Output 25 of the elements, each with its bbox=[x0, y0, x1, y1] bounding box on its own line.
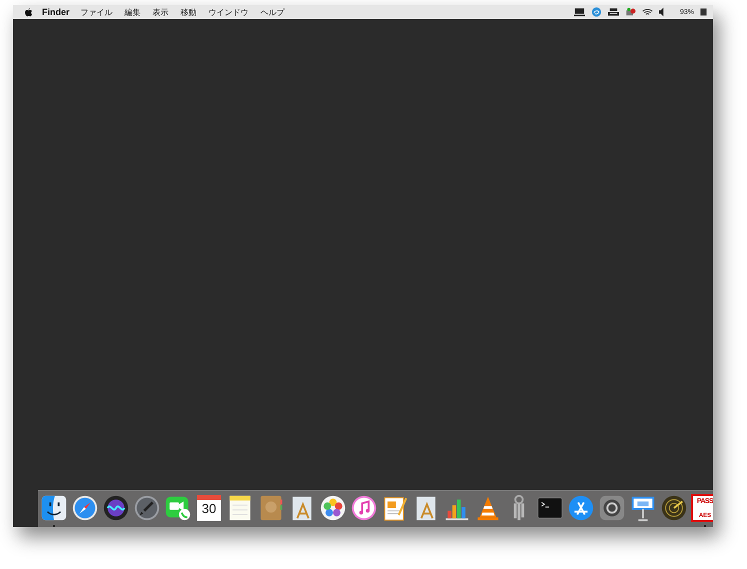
app-menu[interactable]: Finder bbox=[42, 7, 70, 17]
radar-icon[interactable] bbox=[660, 494, 688, 522]
music-note-icon[interactable] bbox=[350, 494, 378, 522]
app-store-icon[interactable] bbox=[567, 494, 595, 522]
speaker-icon[interactable] bbox=[658, 7, 666, 17]
menu-item[interactable]: ヘルプ bbox=[260, 6, 285, 18]
menu-item[interactable]: 表示 bbox=[152, 6, 169, 18]
presentation-podium-icon[interactable] bbox=[629, 494, 657, 522]
apple-logo-icon[interactable] bbox=[25, 8, 32, 16]
calendar-day: 30 bbox=[202, 500, 216, 518]
menu-item[interactable]: ウインドウ bbox=[208, 6, 249, 18]
calendar-icon[interactable]: 30 bbox=[197, 495, 221, 521]
video-camera-icon[interactable] bbox=[164, 494, 192, 522]
menu-item[interactable]: ファイル bbox=[80, 6, 113, 18]
wifi-icon[interactable] bbox=[642, 7, 653, 17]
siri-orb-icon[interactable] bbox=[102, 494, 130, 522]
smiling-face-icon[interactable] bbox=[40, 494, 68, 522]
swirl-circle-icon[interactable] bbox=[590, 7, 602, 17]
display-icon[interactable] bbox=[574, 7, 585, 17]
battery-icon[interactable] bbox=[700, 7, 707, 17]
menu-item[interactable]: 移動 bbox=[180, 6, 197, 18]
menu-item[interactable]: 編集 bbox=[124, 6, 141, 18]
compass-icon[interactable] bbox=[71, 494, 99, 522]
flower-icon[interactable] bbox=[319, 494, 347, 522]
server-icon[interactable] bbox=[608, 7, 619, 17]
